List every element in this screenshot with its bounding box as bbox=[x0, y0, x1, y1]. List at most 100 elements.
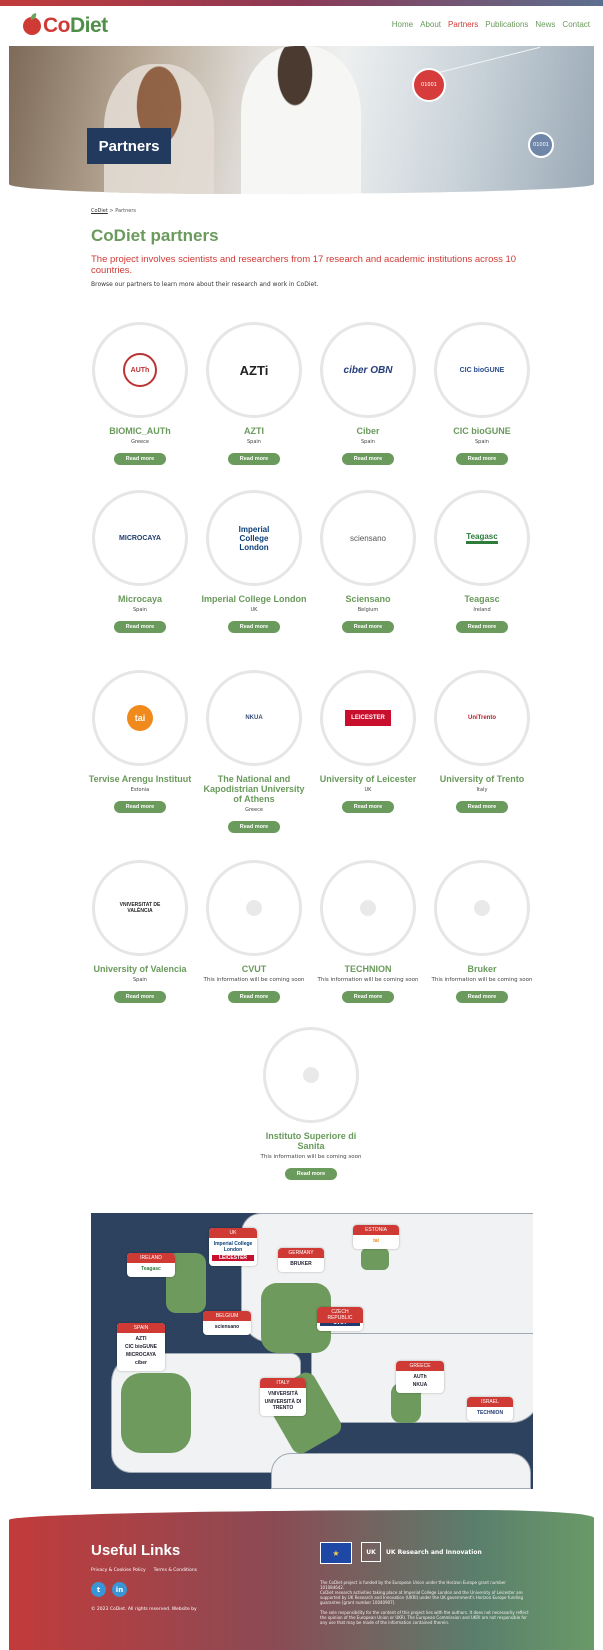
read-more-button[interactable]: Read more bbox=[113, 801, 167, 813]
map-tag-header: GERMANY bbox=[278, 1248, 324, 1258]
partner-logo-circle[interactable]: AZTi bbox=[206, 322, 302, 418]
breadcrumb-separator: > bbox=[109, 208, 114, 214]
partner-logo-circle[interactable] bbox=[263, 1027, 359, 1123]
page-lead: The project involves scientists and rese… bbox=[91, 254, 517, 276]
partner-country: Greece bbox=[245, 807, 263, 813]
tai-logo: tai bbox=[127, 705, 153, 731]
map-tag-czech-republic[interactable]: CZECH REPUBLIC CVUT bbox=[317, 1307, 363, 1331]
nav-news[interactable]: News bbox=[535, 20, 555, 29]
linkedin-icon[interactable]: in bbox=[112, 1582, 127, 1597]
breadcrumb-home[interactable]: CoDiet bbox=[91, 208, 108, 214]
read-more-button[interactable]: Read more bbox=[341, 621, 395, 633]
map-tag-header: ISRAEL bbox=[467, 1397, 513, 1407]
ukri-logo: UK UK Research and Innovation bbox=[361, 1542, 482, 1562]
read-more-button[interactable]: Read more bbox=[341, 801, 395, 813]
microcaya-logo: MICROCAYA bbox=[119, 534, 161, 542]
partner-country: Spain bbox=[361, 439, 375, 445]
partner-logo-circle[interactable]: Imperial College London bbox=[206, 490, 302, 586]
partner-name: AZTI bbox=[244, 426, 264, 436]
partner-logo-circle[interactable]: Teagasc bbox=[434, 490, 530, 586]
partner-logo-circle[interactable] bbox=[206, 860, 302, 956]
nav-publications[interactable]: Publications bbox=[485, 20, 528, 29]
partner-logo-circle[interactable] bbox=[434, 860, 530, 956]
codiet-logo[interactable]: CoDiet bbox=[23, 14, 108, 38]
binary-badge-blue: 01001 bbox=[528, 132, 554, 158]
partner-logo-circle[interactable]: tai bbox=[92, 670, 188, 766]
partner-name: Ciber bbox=[356, 426, 380, 436]
partner-logo-circle[interactable]: sciensano bbox=[320, 490, 416, 586]
partner-card: VNIVERSITAT DE VALÈNCIA University of Va… bbox=[85, 860, 195, 1003]
copyright: © 2023 CoDiet. All rights reserved. Webs… bbox=[91, 1607, 197, 1612]
map-tag-header: BELGIUM bbox=[203, 1311, 251, 1321]
partner-name: The National and Kapodistrian University… bbox=[203, 774, 305, 804]
partner-card: MICROCAYA Microcaya Spain Read more bbox=[85, 490, 195, 633]
nav-contact[interactable]: Contact bbox=[562, 20, 590, 29]
leicester-logo: LEICESTER bbox=[345, 710, 391, 726]
read-more-button[interactable]: Read more bbox=[113, 991, 167, 1003]
map-tag-logo: AUTh bbox=[413, 1374, 427, 1380]
map-tag-logo: BRUKER bbox=[290, 1261, 312, 1267]
read-more-button[interactable]: Read more bbox=[455, 801, 509, 813]
map-tag-logo: Teagasc bbox=[141, 1266, 161, 1272]
partner-card: sciensano Sciensano Belgium Read more bbox=[313, 490, 423, 633]
map-tag-logo: tai bbox=[373, 1238, 379, 1244]
read-more-button[interactable]: Read more bbox=[227, 621, 281, 633]
read-more-button[interactable]: Read more bbox=[341, 991, 395, 1003]
valencia-logo: VNIVERSITAT DE VALÈNCIA bbox=[119, 902, 161, 914]
apple-icon bbox=[23, 17, 41, 35]
read-more-button[interactable]: Read more bbox=[113, 621, 167, 633]
map-tag-estonia[interactable]: ESTONIA tai bbox=[353, 1225, 399, 1249]
partner-logo-circle[interactable]: MICROCAYA bbox=[92, 490, 188, 586]
imperial-logo: Imperial College London bbox=[238, 524, 270, 552]
hero-title: Partners bbox=[87, 128, 171, 164]
map-tag-israel[interactable]: ISRAEL TECHNION bbox=[467, 1397, 513, 1421]
terms-link[interactable]: Terms & Conditions bbox=[154, 1568, 197, 1573]
partner-card: Bruker This information will be coming s… bbox=[427, 860, 537, 1003]
privacy-link[interactable]: Privacy & Cookies Policy bbox=[91, 1568, 146, 1573]
map-tag-spain[interactable]: SPAIN AZTI CIC bioGUNE MICROCAYA ciber bbox=[117, 1323, 165, 1371]
site-footer: Useful Links Privacy & Cookies Policy Te… bbox=[9, 1510, 594, 1650]
map-tag-uk[interactable]: UK Imperial College London LEICESTER bbox=[209, 1228, 257, 1266]
partner-card: NKUA The National and Kapodistrian Unive… bbox=[199, 670, 309, 833]
binary-badge-red: 01001 bbox=[412, 68, 446, 102]
nav-partners[interactable]: Partners bbox=[448, 20, 478, 29]
twitter-icon[interactable]: t bbox=[91, 1582, 106, 1597]
map-tag-header: ITALY bbox=[260, 1378, 306, 1388]
ciber-logo: ciber OBN bbox=[343, 364, 393, 376]
footer-links: Privacy & Cookies Policy Terms & Conditi… bbox=[91, 1568, 197, 1573]
map-tag-ireland[interactable]: IRELAND Teagasc bbox=[127, 1253, 175, 1277]
partner-logo-circle[interactable]: AUTh bbox=[92, 322, 188, 418]
read-more-button[interactable]: Read more bbox=[455, 991, 509, 1003]
nav-about[interactable]: About bbox=[420, 20, 441, 29]
partner-country: Spain bbox=[133, 977, 147, 983]
read-more-button[interactable]: Read more bbox=[227, 991, 281, 1003]
read-more-button[interactable]: Read more bbox=[113, 453, 167, 465]
land-spain bbox=[121, 1373, 191, 1453]
social-links: t in bbox=[91, 1582, 127, 1597]
partner-logo-circle[interactable] bbox=[320, 860, 416, 956]
read-more-button[interactable]: Read more bbox=[455, 621, 509, 633]
partner-logo-circle[interactable]: VNIVERSITAT DE VALÈNCIA bbox=[92, 860, 188, 956]
nav-home[interactable]: Home bbox=[392, 20, 413, 29]
partner-card: UniTrento University of Trento Italy Rea… bbox=[427, 670, 537, 813]
map-tag-italy[interactable]: ITALY VNIVERSITÀ UNIVERSITÀ DI TRENTO bbox=[260, 1378, 306, 1416]
breadcrumb: CoDiet > Partners bbox=[91, 208, 531, 214]
partner-country: UK bbox=[364, 787, 372, 793]
read-more-button[interactable]: Read more bbox=[227, 821, 281, 833]
partner-logo-circle[interactable]: CIC bioGUNE bbox=[434, 322, 530, 418]
partner-logo-circle[interactable]: LEICESTER bbox=[320, 670, 416, 766]
map-tag-greece[interactable]: GREECE AUTh NKUA bbox=[396, 1361, 444, 1393]
map-tag-belgium[interactable]: BELGIUM sciensano bbox=[203, 1311, 251, 1335]
map-tag-germany[interactable]: GERMANY BRUKER bbox=[278, 1248, 324, 1272]
read-more-button[interactable]: Read more bbox=[227, 453, 281, 465]
read-more-button[interactable]: Read more bbox=[341, 453, 395, 465]
ukri-text: UK Research and Innovation bbox=[386, 1548, 482, 1556]
apple-placeholder-icon bbox=[246, 900, 262, 916]
partner-name: BIOMIC_AUTh bbox=[109, 426, 171, 436]
read-more-button[interactable]: Read more bbox=[284, 1168, 338, 1180]
partner-card: Imperial College London Imperial College… bbox=[199, 490, 309, 633]
partner-logo-circle[interactable]: NKUA bbox=[206, 670, 302, 766]
read-more-button[interactable]: Read more bbox=[455, 453, 509, 465]
partner-logo-circle[interactable]: ciber OBN bbox=[320, 322, 416, 418]
partner-logo-circle[interactable]: UniTrento bbox=[434, 670, 530, 766]
